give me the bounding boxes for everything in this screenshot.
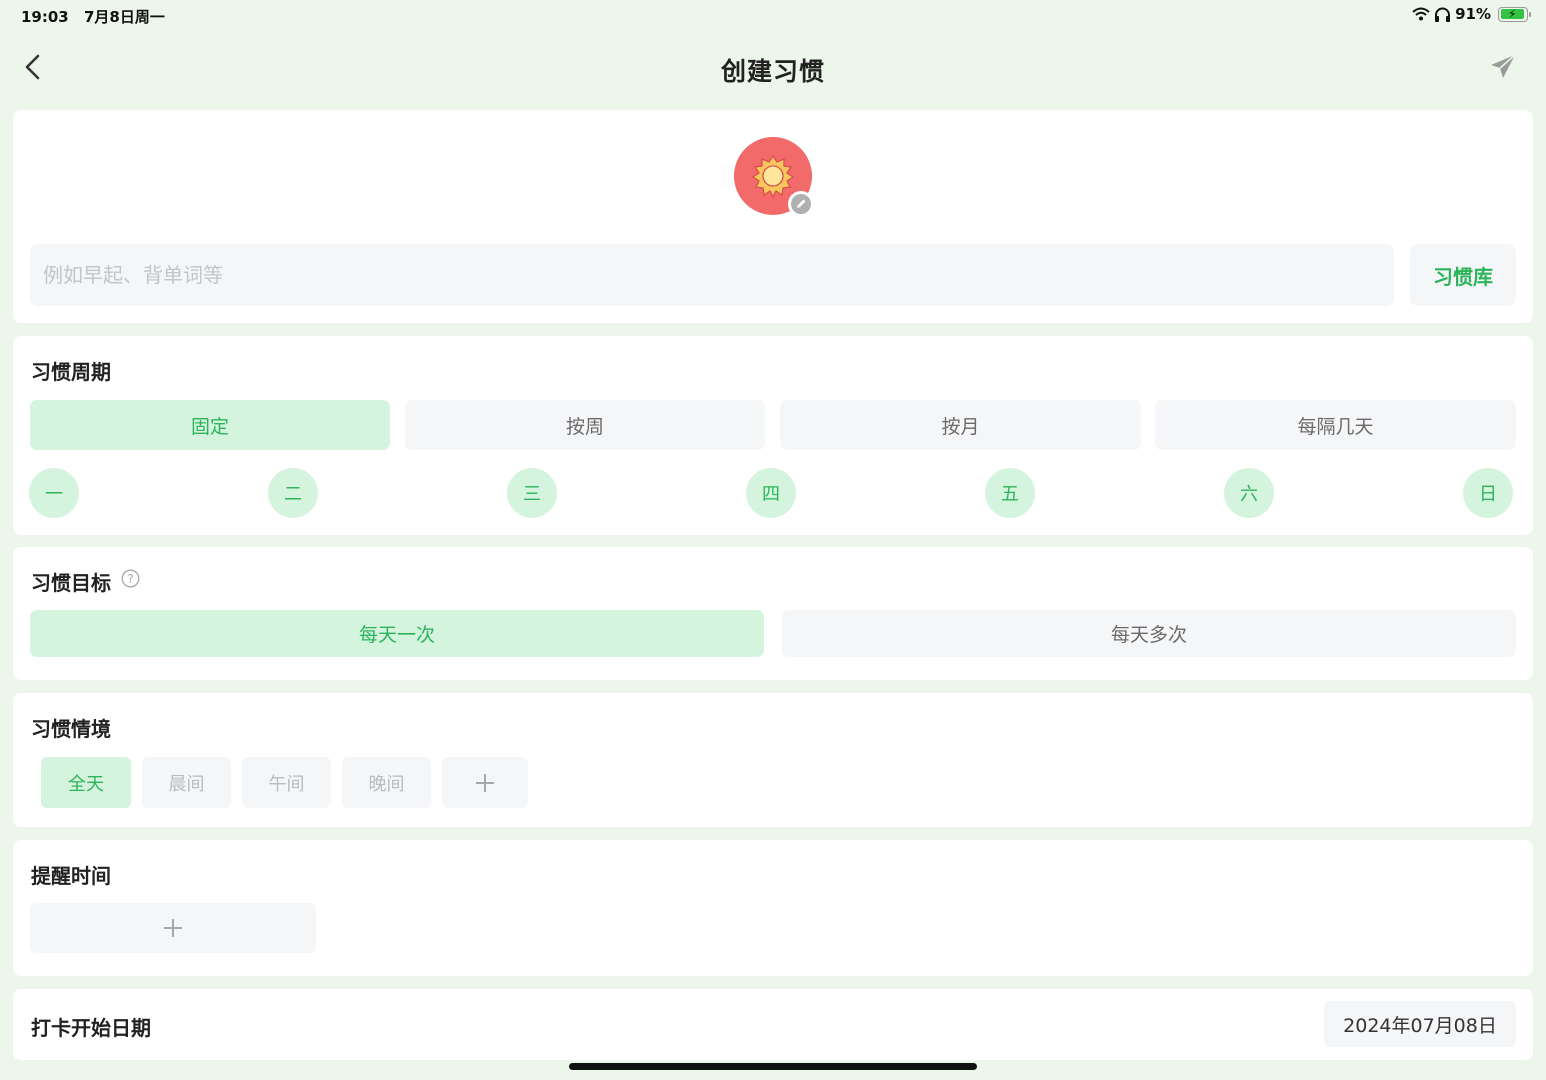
status-right: 91% ⚡: [1412, 5, 1531, 23]
context-option-morning[interactable]: 晨间: [142, 757, 231, 808]
day-button-sun[interactable]: 日: [1463, 468, 1513, 518]
reminder-card: 提醒时间: [13, 840, 1533, 976]
help-icon[interactable]: ?: [121, 569, 140, 588]
day-button-sat[interactable]: 六: [1224, 468, 1274, 518]
plus-icon: [476, 773, 494, 792]
context-option-evening[interactable]: 晚间: [342, 757, 431, 808]
start-date-picker[interactable]: 2024年07月08日: [1324, 1001, 1516, 1047]
day-button-fri[interactable]: 五: [985, 468, 1035, 518]
habit-context-card: 习惯情境 全天 晨间 午间 晚间: [13, 693, 1533, 827]
svg-text:?: ?: [127, 572, 133, 586]
battery-percent: 91%: [1455, 5, 1491, 23]
status-date: 7月8日周一: [83, 8, 165, 26]
habit-name-card: 习惯库: [13, 110, 1533, 323]
cycle-option-interval[interactable]: 每隔几天: [1155, 400, 1516, 450]
wifi-icon: [1412, 7, 1430, 21]
status-bar: 19:03 7月8日周一 91% ⚡: [0, 0, 1546, 30]
cycle-option-monthly[interactable]: 按月: [780, 400, 1141, 450]
habit-icon-picker[interactable]: [734, 137, 814, 217]
add-reminder-button[interactable]: [30, 903, 316, 953]
habit-goal-card: 习惯目标 ? 每天一次 每天多次: [13, 547, 1533, 680]
nav-bar: 创建习惯: [0, 38, 1546, 98]
section-title-context: 习惯情境: [31, 717, 111, 741]
status-left: 19:03 7月8日周一: [21, 6, 175, 27]
page-title: 创建习惯: [720, 57, 825, 86]
section-title-cycle: 习惯周期: [31, 360, 111, 384]
add-context-button[interactable]: [442, 757, 528, 808]
goal-option-multiple[interactable]: 每天多次: [782, 610, 1516, 657]
battery-icon: ⚡: [1498, 6, 1531, 22]
headphones-icon: [1435, 7, 1451, 22]
context-option-allday[interactable]: 全天: [41, 757, 131, 808]
section-title-goal: 习惯目标: [31, 571, 111, 595]
section-title-start-date: 打卡开始日期: [31, 1016, 151, 1040]
edit-badge[interactable]: [788, 191, 814, 217]
send-button[interactable]: [1488, 52, 1518, 82]
goal-option-once[interactable]: 每天一次: [30, 610, 764, 657]
habit-name-input[interactable]: [30, 244, 1394, 306]
plus-icon: [164, 919, 182, 937]
sun-icon: [751, 154, 795, 199]
habit-cycle-card: 习惯周期 固定 按周 按月 每隔几天 一 二 三 四 五 六 日: [13, 336, 1533, 535]
paper-plane-icon: [1491, 54, 1516, 78]
pencil-icon: [797, 199, 806, 208]
day-button-thu[interactable]: 四: [746, 468, 796, 518]
day-button-mon[interactable]: 一: [29, 468, 79, 518]
start-date-card: 打卡开始日期 2024年07月08日: [13, 989, 1533, 1060]
habit-library-button[interactable]: 习惯库: [1410, 244, 1516, 306]
day-button-wed[interactable]: 三: [507, 468, 557, 518]
cycle-option-weekly[interactable]: 按周: [405, 400, 765, 450]
day-button-tue[interactable]: 二: [268, 468, 318, 518]
home-indicator: [569, 1063, 977, 1070]
section-title-reminder: 提醒时间: [31, 864, 111, 888]
cycle-option-fixed[interactable]: 固定: [30, 400, 390, 450]
status-time: 19:03: [21, 8, 69, 26]
context-option-noon[interactable]: 午间: [242, 757, 331, 808]
